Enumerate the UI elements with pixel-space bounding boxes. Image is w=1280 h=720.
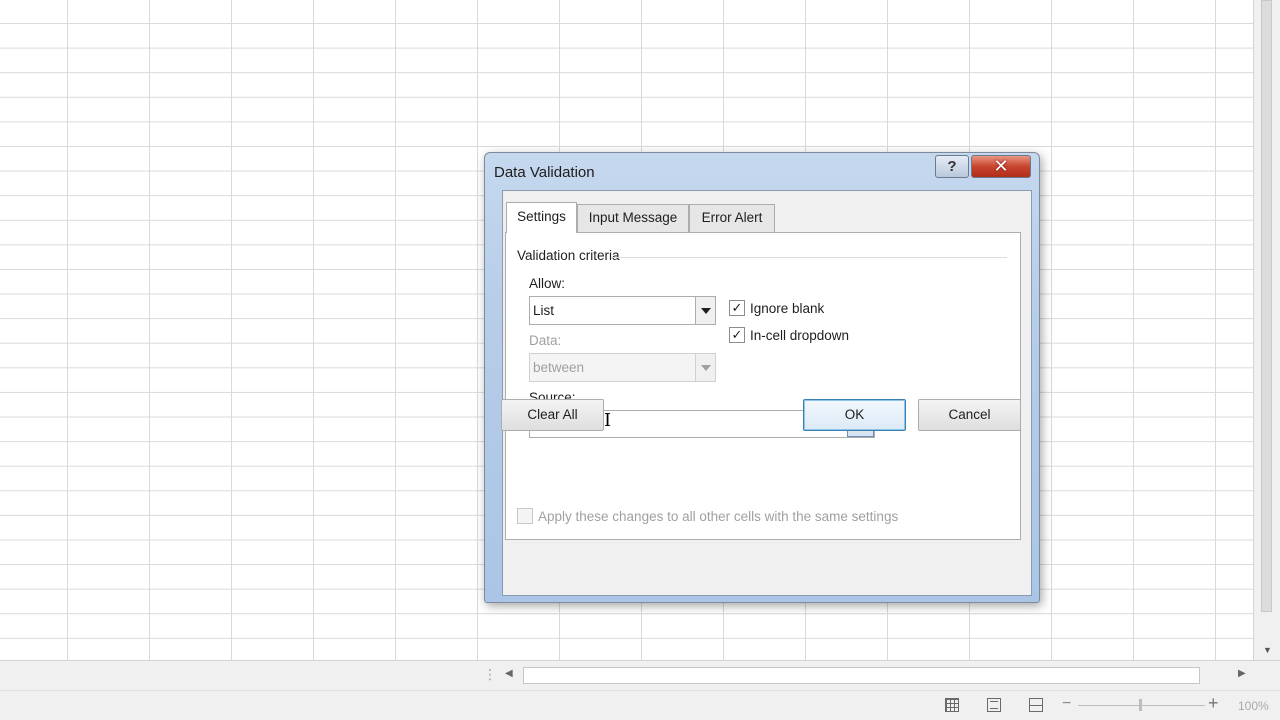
data-value: between [533, 360, 585, 375]
tab-error-alert[interactable]: Error Alert [689, 204, 775, 232]
allow-dropdown[interactable]: List [529, 296, 716, 325]
ok-button[interactable]: OK [803, 399, 906, 431]
tab-input-message[interactable]: Input Message [577, 204, 689, 232]
vertical-scroll-thumb[interactable] [1261, 0, 1272, 612]
zoom-slider-thumb[interactable] [1139, 699, 1142, 711]
group-divider [612, 257, 1007, 258]
cancel-button[interactable]: Cancel [918, 399, 1021, 431]
data-label: Data: [529, 333, 562, 348]
ignore-blank-label[interactable]: Ignore blank [750, 301, 824, 316]
settings-panel: Validation criteria Allow: List Data: be… [505, 232, 1021, 540]
dialog-title: Data Validation [494, 164, 595, 181]
ibeam-cursor-icon: I [604, 410, 612, 431]
validation-criteria-label: Validation criteria [517, 248, 620, 263]
data-validation-dialog: Data Validation ? ✕ Settings Input Messa… [484, 152, 1040, 603]
chevron-down-icon [695, 354, 715, 381]
ignore-blank-checkbox[interactable]: ✓ [729, 300, 745, 316]
zoom-out-icon[interactable]: − [1062, 695, 1071, 713]
allow-value: List [533, 303, 555, 318]
page-layout-view-icon[interactable] [987, 698, 1001, 712]
dialog-client-area: Settings Input Message Error Alert Valid… [502, 190, 1032, 596]
vertical-scrollbar[interactable]: ▼ [1253, 0, 1280, 660]
tab-settings[interactable]: Settings [506, 202, 577, 233]
in-cell-dropdown-label[interactable]: In-cell dropdown [750, 328, 849, 343]
normal-view-icon[interactable] [945, 698, 959, 712]
data-dropdown: between [529, 353, 716, 382]
scroll-down-arrow-icon[interactable]: ▼ [1260, 644, 1275, 656]
close-button[interactable]: ✕ [971, 155, 1031, 178]
scroll-left-arrow-icon[interactable]: ◀ [505, 668, 513, 679]
scroll-right-arrow-icon[interactable]: ▶ [1238, 668, 1246, 679]
allow-label: Allow: [529, 276, 566, 291]
zoom-in-icon[interactable]: + [1208, 693, 1219, 714]
help-button[interactable]: ? [935, 155, 969, 178]
sheet-tab-bar: ⋮ ◀ ▶ [0, 660, 1280, 690]
apply-all-label: Apply these changes to all other cells w… [538, 509, 899, 524]
apply-all-checkbox [517, 508, 533, 524]
horizontal-scrollbar[interactable] [523, 667, 1200, 684]
splitter-grip-icon[interactable]: ⋮ [483, 666, 497, 683]
chevron-down-icon[interactable] [695, 297, 715, 324]
page-break-preview-icon[interactable] [1029, 698, 1043, 712]
clear-all-button[interactable]: Clear All [501, 399, 604, 431]
status-bar: − + 100% [0, 690, 1280, 720]
zoom-level[interactable]: 100% [1238, 699, 1269, 713]
in-cell-dropdown-checkbox[interactable]: ✓ [729, 327, 745, 343]
